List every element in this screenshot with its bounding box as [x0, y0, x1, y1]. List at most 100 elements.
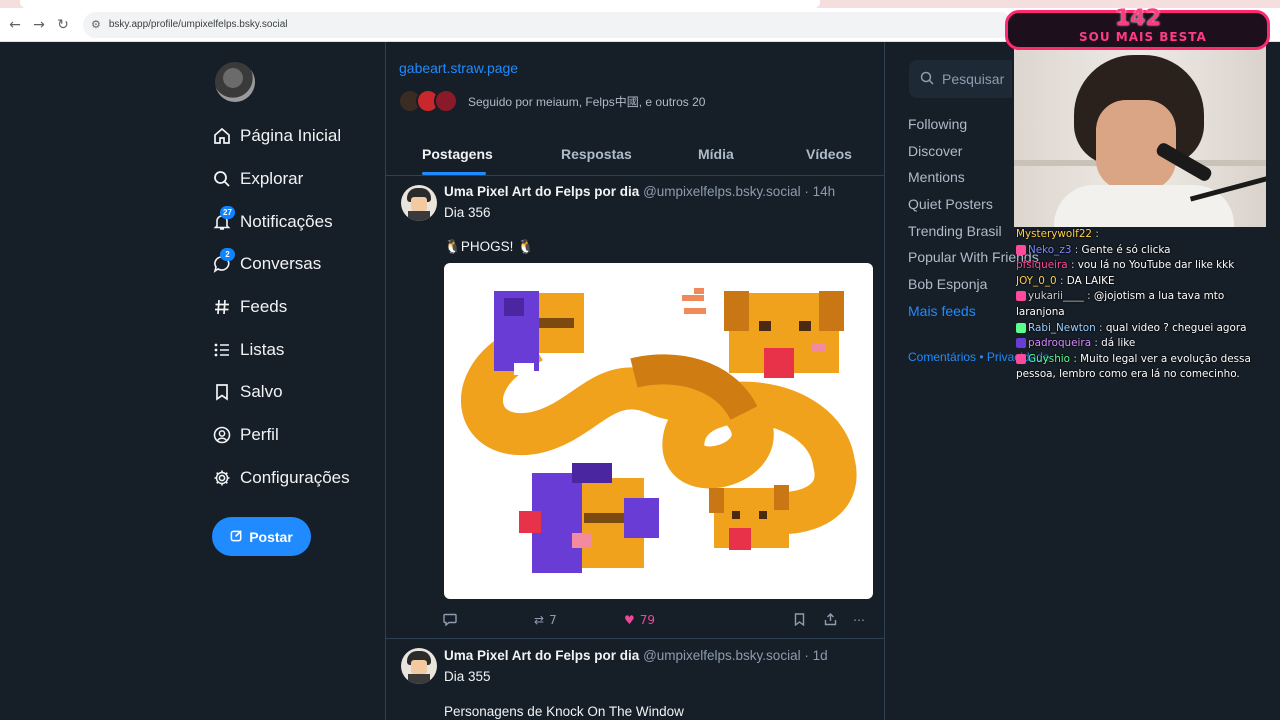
- chat-username[interactable]: Guyshio: [1028, 353, 1070, 365]
- post[interactable]: Uma Pixel Art do Felps por dia @umpixelf…: [386, 176, 884, 639]
- post-header: Uma Pixel Art do Felps por dia @umpixelf…: [444, 184, 835, 199]
- author-handle[interactable]: @umpixelfelps.bsky.social · 14h: [643, 184, 835, 199]
- chat-username[interactable]: padroqueira: [1028, 337, 1091, 349]
- chat-message: JOY_0_0 : DA LAIKE: [1016, 274, 1274, 290]
- chat-text: vou lá no YouTube dar like kkk: [1077, 259, 1235, 272]
- chat-message: Neko_z3 : Gente é só clicka: [1016, 243, 1274, 259]
- sidebar-item-label: Configurações: [240, 467, 350, 487]
- chat-separator: :: [1071, 243, 1082, 256]
- sidebar-item-home[interactable]: Página Inicial: [212, 115, 350, 158]
- search-icon: [212, 169, 232, 189]
- forward-icon[interactable]: →: [27, 13, 51, 37]
- chat-separator: :: [1067, 259, 1078, 272]
- author-avatar[interactable]: [401, 648, 437, 684]
- tab-videos[interactable]: Vídeos: [806, 146, 852, 162]
- post-button-label: Postar: [249, 528, 293, 545]
- banner-text: SOU MAIS BESTA: [1079, 30, 1207, 44]
- post-text-line: Dia 356: [444, 205, 491, 220]
- notification-badge: 27: [220, 205, 235, 219]
- like-count: 79: [639, 613, 656, 627]
- post-text-line: 🐧PHOGS! 🐧: [444, 239, 534, 255]
- author-handle[interactable]: @umpixelfelps.bsky.social · 1d: [643, 648, 828, 663]
- sidebar-item-label: Perfil: [240, 425, 279, 445]
- tab-respostas[interactable]: Respostas: [561, 146, 632, 162]
- author-name[interactable]: Uma Pixel Art do Felps por dia: [444, 648, 639, 663]
- more-options-icon[interactable]: ⋯: [853, 613, 865, 627]
- bookmark-icon: [212, 382, 232, 402]
- tab-midia[interactable]: Mídia: [698, 146, 734, 162]
- gear-icon: [212, 468, 232, 488]
- heart-icon: ♥: [624, 613, 635, 627]
- sidebar-item-label: Conversas: [240, 254, 322, 274]
- like-button[interactable]: ♥ 79: [624, 613, 655, 627]
- repost-icon: ⇄: [534, 613, 545, 627]
- chat-separator: :: [1092, 228, 1099, 240]
- badge-icon: [1016, 291, 1026, 302]
- reply-icon[interactable]: [443, 613, 457, 626]
- followed-by[interactable]: Seguido por meiaum, Felps中國, e outros 20: [398, 89, 705, 113]
- address-bar[interactable]: ⚙ bsky.app/profile/umpixelfelps.bsky.soc…: [83, 11, 1013, 38]
- sidebar-item-hash[interactable]: Feeds: [212, 286, 350, 329]
- post[interactable]: Uma Pixel Art do Felps por dia @umpixelf…: [386, 640, 884, 720]
- chat-separator: :: [1056, 274, 1067, 287]
- author-avatar[interactable]: [401, 185, 437, 221]
- post-button[interactable]: Postar: [212, 517, 311, 556]
- sidebar-item-bookmark[interactable]: Salvo: [212, 371, 350, 414]
- post-header: Uma Pixel Art do Felps por dia @umpixelf…: [444, 648, 828, 663]
- post-text-line: Dia 355: [444, 669, 491, 684]
- post-image[interactable]: [444, 263, 873, 599]
- author-name[interactable]: Uma Pixel Art do Felps por dia: [444, 184, 639, 199]
- chat-username[interactable]: yukarii____: [1028, 290, 1084, 302]
- chat-message: padroqueira : dá like: [1016, 336, 1274, 352]
- badge-icon: [1016, 322, 1026, 333]
- hash-icon: [212, 297, 232, 317]
- search-input[interactable]: Pesquisar: [909, 60, 1019, 98]
- chat-separator: :: [1070, 352, 1081, 365]
- sidebar-item-label: Salvo: [240, 382, 283, 402]
- sidebar-item-chat[interactable]: 2 Conversas: [212, 243, 350, 286]
- sidebar-item-bell[interactable]: 27 Notificações: [212, 200, 350, 243]
- back-icon[interactable]: ←: [3, 13, 27, 37]
- sidebar-item-search[interactable]: Explorar: [212, 158, 350, 201]
- chat-separator: :: [1083, 290, 1094, 303]
- share-icon[interactable]: [824, 613, 837, 626]
- chat-message: Guyshio : Muito legal ver a evolução des…: [1016, 352, 1274, 383]
- site-settings-icon[interactable]: ⚙: [91, 18, 101, 31]
- profile-website-link[interactable]: gabeart.straw.page: [399, 60, 518, 76]
- url-text[interactable]: bsky.app/profile/umpixelfelps.bsky.socia…: [109, 19, 288, 30]
- chat-username[interactable]: Neko_z3: [1028, 244, 1071, 256]
- chat-username[interactable]: Rabi_Newton: [1028, 322, 1096, 334]
- penguin-emoji-icon: 🐧: [517, 239, 534, 254]
- sidebar-item-list[interactable]: Listas: [212, 328, 350, 371]
- streamer-webcam: [1012, 43, 1268, 229]
- profile-tabs: Postagens Respostas Mídia Vídeos: [386, 134, 884, 176]
- sidebar-item-gear[interactable]: Configurações: [212, 457, 350, 500]
- sidebar-item-label: Explorar: [240, 169, 304, 189]
- chat-message: Mysterywolf22 :: [1016, 227, 1274, 243]
- repost-button[interactable]: ⇄ 7: [534, 613, 557, 627]
- notification-badge: 2: [220, 248, 235, 262]
- sidebar-item-user[interactable]: Perfil: [212, 414, 350, 457]
- chat-username[interactable]: Mysterywolf22: [1016, 228, 1092, 240]
- bookmark-icon[interactable]: [794, 613, 805, 626]
- chat-message: Rabi_Newton : qual video ? cheguei agora: [1016, 321, 1274, 337]
- tab-postagens[interactable]: Postagens: [422, 146, 493, 162]
- badge-icon: [1016, 338, 1026, 349]
- stream-chat: Mysterywolf22 : Neko_z3 : Gente é só cli…: [1016, 227, 1274, 383]
- chat-separator: :: [1095, 321, 1106, 334]
- banner-number: 142: [1115, 6, 1161, 31]
- search-placeholder: Pesquisar: [942, 71, 1005, 87]
- chat-username[interactable]: pfsiqueira: [1016, 259, 1068, 271]
- reload-icon[interactable]: ↻: [51, 13, 75, 37]
- follower-avatar: [434, 89, 458, 113]
- pixel-art-phogs: [461, 288, 857, 573]
- active-tab-indicator: [422, 172, 486, 175]
- user-avatar[interactable]: [215, 62, 255, 102]
- search-icon: [920, 71, 934, 88]
- chat-username[interactable]: JOY_0_0: [1016, 275, 1057, 287]
- post-text-line: Personagens de Knock On The Window: [444, 704, 684, 719]
- post-actions: ⇄ 7 ♥ 79 ⋯: [386, 613, 884, 633]
- browser-tab[interactable]: [20, 0, 820, 8]
- sidebar-item-label: Listas: [240, 339, 285, 359]
- bell-icon: 27: [212, 205, 235, 232]
